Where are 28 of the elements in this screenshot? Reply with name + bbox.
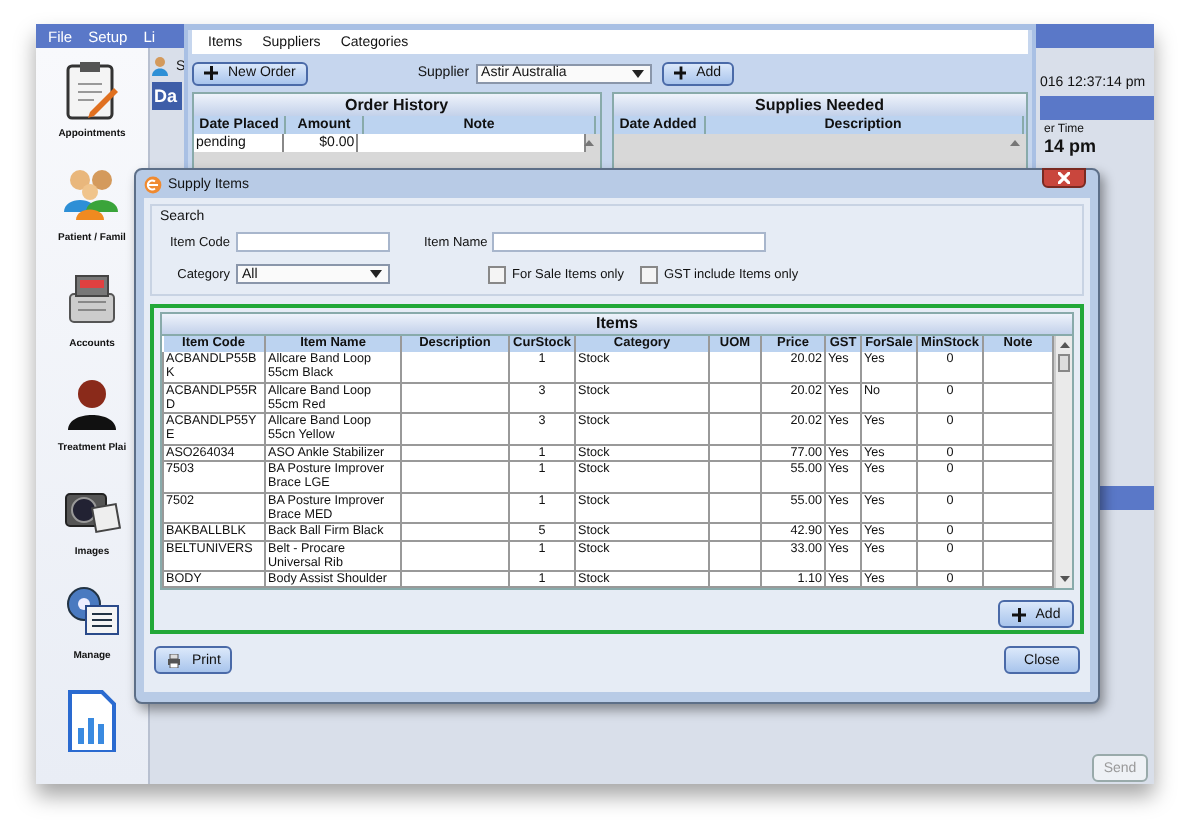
scroll-up-arrow-icon <box>1010 140 1020 146</box>
panel-title: Supplies Needed <box>613 94 1026 116</box>
checkbox[interactable] <box>488 265 506 283</box>
caret-icon <box>370 270 382 278</box>
header-bar <box>1096 486 1154 510</box>
header-bar <box>1040 96 1154 120</box>
scrollbar-thumb[interactable] <box>1058 354 1070 372</box>
item-name-field[interactable] <box>492 232 766 252</box>
scrollbar[interactable] <box>1054 336 1072 589</box>
app-logo-icon <box>144 175 162 193</box>
checkbox[interactable] <box>640 265 658 283</box>
time-value: 14 pm <box>1042 136 1099 158</box>
caret-icon <box>631 69 644 77</box>
plus-icon <box>673 66 687 80</box>
scroll-down-arrow-icon <box>1059 576 1069 583</box>
page-header: Da <box>152 82 182 110</box>
scroll-up-arrow-icon <box>583 140 594 146</box>
panel-title: Order History <box>194 94 600 116</box>
clipboard-icon <box>61 60 122 124</box>
printer-icon <box>166 653 182 667</box>
table-title: Items <box>160 312 1074 336</box>
close-button[interactable] <box>1042 168 1086 188</box>
plus-icon <box>1011 607 1026 622</box>
item-code-field[interactable] <box>236 232 390 252</box>
close-icon <box>1058 172 1070 184</box>
report-chart-icon <box>62 687 122 752</box>
scroll-up-arrow-icon <box>1059 342 1069 348</box>
plus-icon <box>204 66 218 80</box>
